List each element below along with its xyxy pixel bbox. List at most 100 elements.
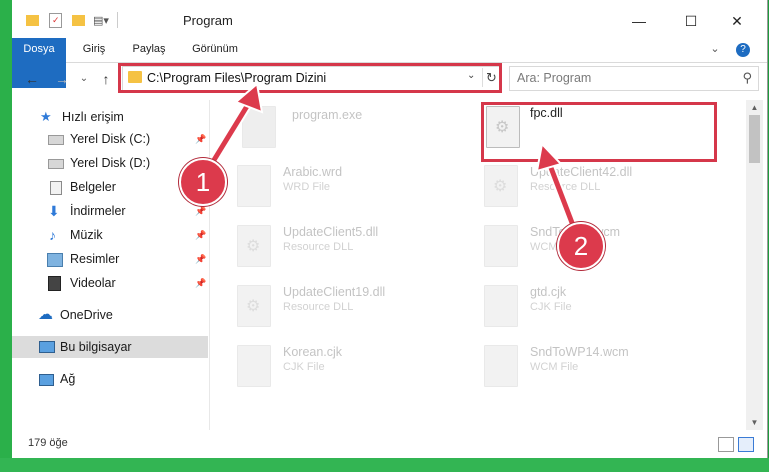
folder-icon <box>26 14 39 26</box>
scroll-up-icon[interactable]: ▲ <box>746 100 763 115</box>
sidebar-item-this-pc[interactable]: Bu bilgisayar <box>12 336 208 358</box>
scroll-down-icon[interactable]: ▼ <box>746 415 763 430</box>
maximize-icon: ☐ <box>684 12 698 29</box>
file-name: Korean.cjk <box>283 345 343 359</box>
file-item[interactable]: Arabic.wrd WRD File <box>237 163 467 213</box>
network-icon <box>39 374 54 386</box>
file-item[interactable]: Korean.cjk CJK File <box>237 343 467 393</box>
sidebar-item-label: Yerel Disk (C:) <box>70 132 151 146</box>
properties-icon[interactable]: ✓ <box>49 12 62 28</box>
step-1-badge: 1 <box>179 158 227 206</box>
dll-file-icon <box>484 165 518 207</box>
music-icon: ♪ <box>49 227 56 243</box>
file-item[interactable]: UpdateClient19.dll Resource DLL <box>237 283 467 333</box>
drive-icon <box>48 135 64 145</box>
sidebar-item-quick-access[interactable]: ★ Hızlı erişim <box>12 106 208 128</box>
search-box[interactable]: Ara: Program ⚲ <box>509 66 759 91</box>
sidebar-item-pictures[interactable]: Resimler 📌 <box>12 248 208 270</box>
download-icon: ⬇ <box>48 203 60 219</box>
up-button[interactable]: ↑ <box>96 70 116 88</box>
file-name: gtd.cjk <box>530 285 567 299</box>
recent-locations-button[interactable]: ⌄ <box>74 70 94 88</box>
new-folder-icon[interactable] <box>72 14 85 26</box>
sidebar-item-downloads[interactable]: ⬇ İndirmeler 📌 <box>12 200 208 222</box>
status-bar: 179 öğe <box>12 430 767 458</box>
sidebar-item-label: Videolar <box>70 276 116 290</box>
explorer-window: ✓ ▤▾ Program — ☐ ✕ Dosya Giriş Paylaş Gö… <box>12 0 768 458</box>
dll-file-icon <box>237 285 271 327</box>
pane-divider[interactable] <box>209 100 210 430</box>
background-bottom-strip <box>0 458 769 472</box>
sidebar-item-onedrive[interactable]: ☁ OneDrive <box>12 304 208 326</box>
quick-access-toolbar: ✓ ▤▾ <box>26 11 118 29</box>
pin-icon[interactable]: 📌 <box>195 248 206 270</box>
file-item[interactable]: UpdateClient5.dll Resource DLL <box>237 223 467 273</box>
expand-ribbon-icon[interactable]: ⌄ <box>706 38 724 62</box>
navigation-pane: ★ Hızlı erişim Yerel Disk (C:) 📌 Yerel D… <box>12 100 208 430</box>
vertical-scrollbar[interactable]: ▲ ▼ <box>746 100 763 430</box>
file-type: CJK File <box>530 301 572 313</box>
sidebar-item-music[interactable]: ♪ Müzik 📌 <box>12 224 208 246</box>
file-name: UpdateClient42.dll <box>530 165 633 179</box>
large-icons-view-icon[interactable] <box>738 437 754 452</box>
file-item[interactable]: SndToWP14.wcm WCM File <box>484 343 714 393</box>
dll-file-icon <box>237 225 271 267</box>
maximize-button[interactable]: ☐ <box>671 8 711 34</box>
file-item[interactable]: gtd.cjk CJK File <box>484 283 714 333</box>
file-name: UpdateClient5.dll <box>283 225 379 239</box>
forward-button[interactable]: → <box>52 70 72 88</box>
video-icon <box>48 276 61 291</box>
file-type: Resource DLL <box>283 241 354 253</box>
ribbon-tabs: Dosya Giriş Paylaş Görünüm ⌄ ? <box>12 38 767 88</box>
sidebar-item-drive-c[interactable]: Yerel Disk (C:) 📌 <box>12 128 208 150</box>
pictures-icon <box>47 253 63 267</box>
tab-view[interactable]: Görünüm <box>184 38 246 62</box>
close-button[interactable]: ✕ <box>717 8 757 34</box>
file-type: WCM File <box>530 361 579 373</box>
file-name: program.exe <box>292 108 363 122</box>
sidebar-item-label: Belgeler <box>70 180 116 194</box>
search-input[interactable]: Ara: Program <box>517 71 591 85</box>
file-type: Resource DLL <box>530 181 601 193</box>
sidebar-item-drive-d[interactable]: Yerel Disk (D:) <box>12 152 208 174</box>
file-icon <box>237 165 271 207</box>
tab-home[interactable]: Giriş <box>74 38 114 62</box>
details-view-icon[interactable] <box>718 437 734 452</box>
background-left-strip <box>0 0 12 472</box>
sidebar-item-videos[interactable]: Videolar 📌 <box>12 272 208 294</box>
pin-icon[interactable]: 📌 <box>195 224 206 246</box>
sidebar-item-network[interactable]: Ağ <box>12 368 208 390</box>
file-item[interactable]: program.exe <box>242 104 472 154</box>
sidebar-item-label: Yerel Disk (D:) <box>70 156 151 170</box>
close-icon: ✕ <box>731 12 743 29</box>
tab-share[interactable]: Paylaş <box>124 38 174 62</box>
back-button[interactable]: ← <box>22 70 42 88</box>
sidebar-item-label: Müzik <box>70 228 103 242</box>
cloud-icon: ☁ <box>38 306 53 323</box>
file-type: Resource DLL <box>283 301 354 313</box>
customize-toolbar-icon[interactable]: ▤▾ <box>93 14 109 27</box>
file-name: SndToWP14.wcm <box>530 345 629 359</box>
file-type: WRD File <box>283 181 331 193</box>
search-icon: ⚲ <box>742 70 752 85</box>
sidebar-item-label: Resimler <box>70 252 120 266</box>
quick-access-divider <box>116 12 118 28</box>
star-icon: ★ <box>40 109 52 124</box>
file-name: UpdateClient19.dll <box>283 285 386 299</box>
minimize-button[interactable]: — <box>619 8 659 34</box>
help-icon[interactable]: ? <box>736 43 750 57</box>
pin-icon[interactable]: 📌 <box>195 128 206 150</box>
sidebar-item-label: Ağ <box>60 372 76 386</box>
pin-icon[interactable]: 📌 <box>195 272 206 294</box>
file-icon <box>237 345 271 387</box>
file-item[interactable]: UpdateClient42.dll Resource DLL <box>484 163 714 213</box>
computer-icon <box>39 341 55 353</box>
window-title: Program <box>183 13 233 28</box>
documents-icon <box>50 181 62 195</box>
drive-icon <box>48 159 64 169</box>
file-icon <box>484 285 518 327</box>
title-bar: ✓ ▤▾ Program — ☐ ✕ <box>12 0 767 38</box>
minimize-icon: — <box>632 13 646 29</box>
scrollbar-thumb[interactable] <box>749 115 760 163</box>
file-highlight <box>481 102 717 162</box>
